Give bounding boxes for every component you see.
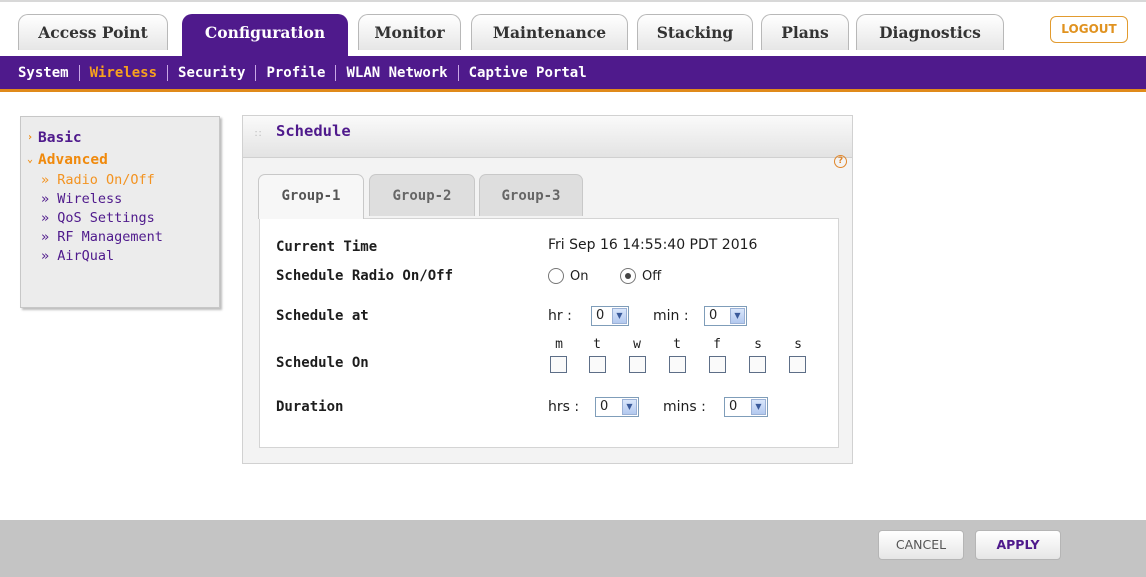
tab-maintenance[interactable]: Maintenance bbox=[471, 14, 628, 50]
radio-off-label: Off bbox=[642, 269, 662, 284]
subnav-divider bbox=[167, 65, 169, 81]
menu-item-rf-management[interactable]: » RF Management bbox=[21, 228, 219, 247]
checkbox-saturday[interactable] bbox=[749, 356, 766, 373]
menu-basic[interactable]: › Basic bbox=[21, 127, 219, 149]
subnav-wlan-network[interactable]: WLAN Network bbox=[346, 65, 447, 81]
tab-group-2[interactable]: Group-2 bbox=[369, 174, 475, 216]
subnav-wireless[interactable]: Wireless bbox=[90, 65, 157, 81]
tab-access-point[interactable]: Access Point bbox=[18, 14, 168, 50]
chevron-down-icon: ▼ bbox=[622, 399, 637, 415]
menu-item-airqual[interactable]: » AirQual bbox=[21, 247, 219, 266]
menu-item-radio-on-off[interactable]: » Radio On/Off bbox=[21, 171, 219, 190]
mins-select-value: 0 bbox=[729, 399, 738, 414]
mins-label: mins : bbox=[663, 399, 706, 415]
menu-advanced[interactable]: ⌄ Advanced bbox=[21, 149, 219, 171]
hrs-label: hrs : bbox=[548, 399, 580, 415]
day-label-thursday: t bbox=[673, 337, 681, 352]
sub-nav: System Wireless Security Profile WLAN Ne… bbox=[0, 56, 1146, 92]
tab-stacking[interactable]: Stacking bbox=[637, 14, 753, 50]
schedule-at-label: Schedule at bbox=[276, 308, 369, 324]
chevron-right-icon: › bbox=[27, 132, 34, 143]
subnav-divider bbox=[255, 65, 257, 81]
menu-item-wireless[interactable]: » Wireless bbox=[21, 190, 219, 209]
checkbox-tuesday[interactable] bbox=[589, 356, 606, 373]
current-time-value: Fri Sep 16 14:55:40 PDT 2016 bbox=[548, 237, 758, 253]
checkbox-sunday[interactable] bbox=[789, 356, 806, 373]
drag-handle-icon: ∷ bbox=[255, 129, 263, 140]
group-tab-body: Current Time Fri Sep 16 14:55:40 PDT 201… bbox=[259, 218, 839, 448]
current-time-label: Current Time bbox=[276, 239, 378, 255]
left-menu: › Basic ⌄ Advanced » Radio On/Off » Wire… bbox=[20, 116, 220, 308]
checkbox-friday[interactable] bbox=[709, 356, 726, 373]
tab-plans[interactable]: Plans bbox=[761, 14, 849, 50]
day-label-monday: m bbox=[555, 337, 563, 352]
tab-diagnostics[interactable]: Diagnostics bbox=[856, 14, 1004, 50]
day-label-friday: f bbox=[713, 337, 721, 352]
day-label-sunday: s bbox=[794, 337, 802, 352]
hrs-select-value: 0 bbox=[600, 399, 609, 414]
logout-button[interactable]: LOGOUT bbox=[1050, 16, 1128, 43]
footer-bar: CANCEL APPLY bbox=[0, 520, 1146, 577]
chevron-down-icon: ⌄ bbox=[27, 154, 34, 165]
subnav-profile[interactable]: Profile bbox=[266, 65, 325, 81]
tab-configuration[interactable]: Configuration bbox=[182, 14, 348, 59]
hrs-select[interactable]: 0 ▼ bbox=[595, 397, 639, 417]
min-select[interactable]: 0 ▼ bbox=[704, 306, 747, 326]
subnav-captive-portal[interactable]: Captive Portal bbox=[469, 65, 587, 81]
radio-on[interactable] bbox=[548, 268, 564, 284]
subnav-divider bbox=[78, 65, 80, 81]
chevron-down-icon: ▼ bbox=[612, 308, 627, 324]
subnav-security[interactable]: Security bbox=[178, 65, 245, 81]
day-label-saturday: s bbox=[754, 337, 762, 352]
schedule-panel: ∷ Schedule ? Group-1 Group-2 Group-3 Cur… bbox=[242, 115, 853, 464]
menu-item-qos-settings[interactable]: » QoS Settings bbox=[21, 209, 219, 228]
day-label-wednesday: w bbox=[633, 337, 641, 352]
day-label-tuesday: t bbox=[593, 337, 601, 352]
checkbox-wednesday[interactable] bbox=[629, 356, 646, 373]
menu-basic-label: Basic bbox=[38, 130, 82, 146]
hr-label: hr : bbox=[548, 308, 572, 324]
subnav-divider bbox=[457, 65, 459, 81]
hr-select[interactable]: 0 ▼ bbox=[591, 306, 629, 326]
min-label: min : bbox=[653, 308, 689, 324]
checkbox-thursday[interactable] bbox=[669, 356, 686, 373]
top-tab-bar: Access Point Configuration Monitor Maint… bbox=[0, 0, 1146, 59]
subnav-divider bbox=[335, 65, 337, 81]
mins-select[interactable]: 0 ▼ bbox=[724, 397, 768, 417]
radio-on-label: On bbox=[570, 269, 589, 284]
subnav-system[interactable]: System bbox=[18, 65, 69, 81]
panel-header: ∷ Schedule bbox=[243, 116, 852, 158]
duration-label: Duration bbox=[276, 399, 344, 415]
schedule-on-label: Schedule On bbox=[276, 355, 369, 371]
chevron-down-icon: ▼ bbox=[730, 308, 745, 324]
apply-button[interactable]: APPLY bbox=[975, 530, 1061, 560]
cancel-button[interactable]: CANCEL bbox=[878, 530, 964, 560]
tab-group-3[interactable]: Group-3 bbox=[479, 174, 583, 216]
radio-off[interactable] bbox=[620, 268, 636, 284]
min-select-value: 0 bbox=[709, 308, 718, 323]
hr-select-value: 0 bbox=[596, 308, 605, 323]
schedule-radio-label: Schedule Radio On/Off bbox=[276, 268, 454, 284]
checkbox-monday[interactable] bbox=[550, 356, 567, 373]
menu-advanced-label: Advanced bbox=[38, 152, 108, 168]
panel-title: Schedule bbox=[276, 122, 351, 140]
chevron-down-icon: ▼ bbox=[751, 399, 766, 415]
tab-monitor[interactable]: Monitor bbox=[358, 14, 461, 50]
help-icon[interactable]: ? bbox=[834, 155, 847, 168]
tab-group-1[interactable]: Group-1 bbox=[258, 174, 364, 219]
